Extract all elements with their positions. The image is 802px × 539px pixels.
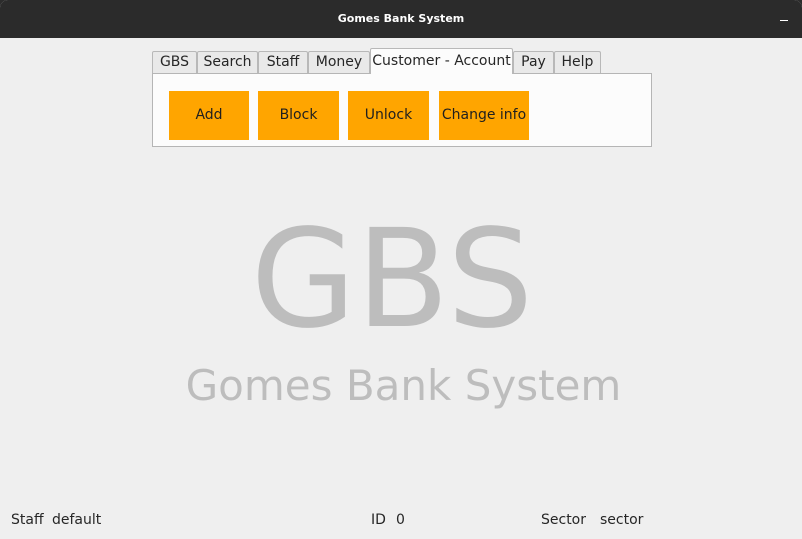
tab-pay[interactable]: Pay [513, 51, 554, 73]
sector-value: sector [600, 512, 644, 528]
staff-label: Staff [11, 512, 44, 528]
tab-help[interactable]: Help [554, 51, 601, 73]
tab-staff[interactable]: Staff [258, 51, 308, 73]
unlock-button[interactable]: Unlock [348, 91, 429, 140]
tab-money[interactable]: Money [308, 51, 370, 73]
id-value: 0 [396, 512, 405, 528]
staff-value: default [52, 512, 102, 528]
sector-label: Sector [541, 512, 587, 528]
change-info-button[interactable]: Change info [439, 91, 529, 140]
tab-customer-account[interactable]: Customer - Account [370, 48, 513, 74]
customer-account-panel: Add Block Unlock Change info [152, 73, 652, 147]
window-title: Gomes Bank System [337, 12, 465, 25]
logo-subtitle: Gomes Bank System [185, 361, 622, 410]
id-label: ID [371, 512, 386, 528]
app-window: Gomes Bank System GBS Search Staff Money… [0, 0, 802, 539]
tab-search[interactable]: Search [197, 51, 258, 73]
title-bar: Gomes Bank System [0, 0, 802, 38]
main-area: GBS Search Staff Money Customer - Accoun… [1, 38, 801, 538]
logo-title: GBS [250, 201, 534, 359]
minimize-icon[interactable] [777, 13, 791, 27]
block-button[interactable]: Block [258, 91, 339, 140]
add-button[interactable]: Add [169, 91, 249, 140]
tab-gbs[interactable]: GBS [152, 51, 197, 73]
